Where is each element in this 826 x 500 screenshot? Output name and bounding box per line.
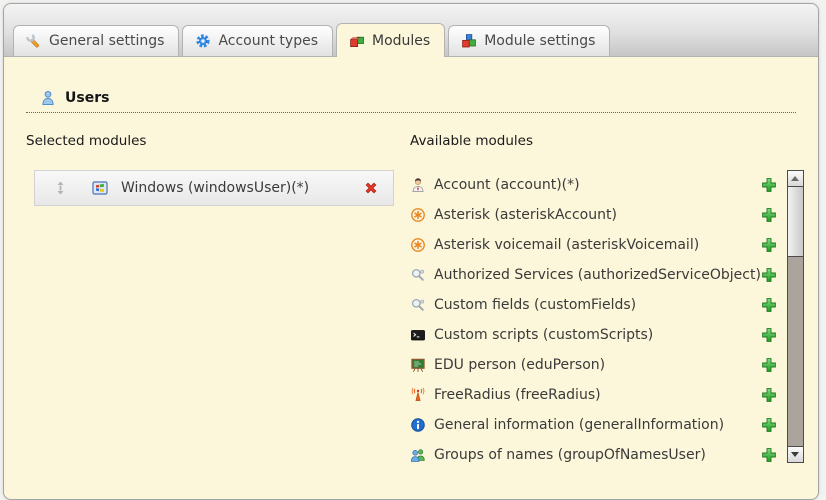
add-module-button[interactable] — [761, 357, 777, 373]
tab-label: Module settings — [484, 33, 595, 49]
arrow-up-icon — [791, 176, 799, 181]
selected-modules-list: Windows (windowsUser)(*) — [26, 170, 394, 206]
group-icon — [410, 447, 426, 463]
available-module-name: Asterisk voicemail (asteriskVoicemail) — [434, 237, 699, 253]
scrollbar-track[interactable] — [788, 187, 803, 446]
modules-icon — [349, 33, 365, 49]
add-module-button[interactable] — [761, 297, 777, 313]
available-modules-label: Available modules — [410, 133, 817, 149]
add-module-button[interactable] — [761, 327, 777, 343]
asterisk-icon — [410, 207, 426, 223]
available-module-name: Custom scripts (customScripts) — [434, 327, 653, 343]
tab-module-settings[interactable]: Module settings — [448, 25, 610, 56]
custom-fields-icon — [410, 297, 426, 313]
available-module-row: Custom scripts (customScripts) — [410, 320, 777, 350]
available-module-name: General information (generalInformation) — [434, 417, 724, 433]
tab-account-types[interactable]: Account types — [182, 25, 333, 56]
tab-label: General settings — [49, 33, 164, 49]
antenna-icon — [410, 387, 426, 403]
windows-icon — [92, 180, 108, 196]
tab-modules[interactable]: Modules — [336, 23, 445, 57]
add-module-button[interactable] — [761, 207, 777, 223]
tab-general-settings[interactable]: General settings — [13, 25, 179, 56]
module-columns: Selected modules Windows (windowsUser)(*… — [26, 133, 796, 470]
add-module-button[interactable] — [761, 387, 777, 403]
account-icon — [410, 177, 426, 193]
selected-module-name: Windows (windowsUser)(*) — [121, 180, 309, 196]
module-settings-icon — [461, 33, 477, 49]
wrench-icon — [26, 33, 42, 49]
user-icon — [40, 90, 56, 106]
available-module-name: FreeRadius (freeRadius) — [434, 387, 601, 403]
available-modules-column: Available modules Account (account)(*) As… — [410, 133, 817, 470]
available-module-row: Groups of names (groupOfNamesUser) — [410, 440, 777, 470]
available-module-row: General information (generalInformation) — [410, 410, 777, 440]
available-module-row: Asterisk (asteriskAccount) — [410, 200, 777, 230]
section-header: Users — [26, 90, 796, 113]
available-module-name: Authorized Services (authorizedServiceOb… — [434, 267, 761, 283]
selected-module-row[interactable]: Windows (windowsUser)(*) — [34, 170, 394, 206]
tab-label: Modules — [372, 33, 430, 49]
available-module-row: Custom fields (customFields) — [410, 290, 777, 320]
info-icon — [410, 417, 426, 433]
scroll-up-button[interactable] — [788, 171, 803, 187]
section-title: Users — [65, 90, 109, 106]
add-module-button[interactable] — [761, 417, 777, 433]
available-module-row: FreeRadius (freeRadius) — [410, 380, 777, 410]
edu-person-icon — [410, 357, 426, 373]
add-module-button[interactable] — [761, 447, 777, 463]
available-module-row: EDU person (eduPerson) — [410, 350, 777, 380]
selected-modules-column: Selected modules Windows (windowsUser)(*… — [26, 133, 394, 470]
available-module-row: Authorized Services (authorizedServiceOb… — [410, 260, 777, 290]
authorized-services-icon — [410, 267, 426, 283]
tab-bar: General settings Account types Modules Modu… — [4, 4, 818, 57]
available-module-name: Account (account)(*) — [434, 177, 580, 193]
scrollbar[interactable] — [787, 170, 804, 463]
selected-modules-label: Selected modules — [26, 133, 394, 149]
scrollbar-thumb[interactable] — [788, 187, 803, 257]
available-module-name: EDU person (eduPerson) — [434, 357, 605, 373]
account-types-icon — [195, 33, 211, 49]
available-modules-list: Account (account)(*) Asterisk (asteriskAc… — [410, 170, 817, 470]
available-module-row: Asterisk voicemail (asteriskVoicemail) — [410, 230, 777, 260]
drag-handle[interactable] — [55, 181, 66, 195]
remove-module-button[interactable] — [363, 180, 379, 196]
tab-label: Account types — [218, 33, 318, 49]
add-module-button[interactable] — [761, 237, 777, 253]
available-module-name: Asterisk (asteriskAccount) — [434, 207, 617, 223]
available-module-name: Custom fields (customFields) — [434, 297, 636, 313]
content-area: Users Selected modules Windows (windowsU… — [4, 57, 818, 470]
arrow-down-icon — [791, 452, 799, 457]
add-module-button[interactable] — [761, 267, 777, 283]
add-module-button[interactable] — [761, 177, 777, 193]
available-module-row: Account (account)(*) — [410, 170, 777, 200]
terminal-icon — [410, 327, 426, 343]
scroll-down-button[interactable] — [788, 446, 803, 462]
asterisk-voicemail-icon — [410, 237, 426, 253]
section-title-row: Users — [40, 90, 796, 106]
available-module-name: Groups of names (groupOfNamesUser) — [434, 447, 706, 463]
settings-window: General settings Account types Modules Modu… — [3, 3, 819, 500]
